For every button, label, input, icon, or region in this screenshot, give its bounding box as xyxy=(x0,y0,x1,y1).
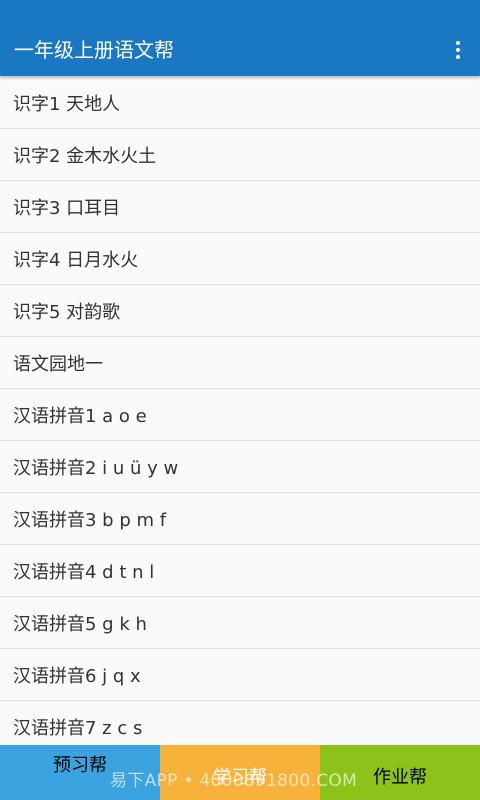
tab-preview[interactable]: 预习帮 xyxy=(0,745,160,800)
app-bar: 一年级上册语文帮 xyxy=(0,24,480,76)
tab-homework[interactable]: 作业帮 xyxy=(320,745,480,800)
list-item[interactable]: 识字4 日月水火 xyxy=(0,233,480,285)
list-item[interactable]: 识字3 口耳目 xyxy=(0,181,480,233)
list-item[interactable]: 汉语拼音2 i u ü y w xyxy=(0,441,480,493)
list-item[interactable]: 汉语拼音4 d t n l xyxy=(0,545,480,597)
bottom-tab-bar: 预习帮 学习帮 作业帮 xyxy=(0,745,480,800)
list-item[interactable]: 汉语拼音6 j q x xyxy=(0,649,480,701)
list-item[interactable]: 语文园地一 xyxy=(0,337,480,389)
tab-study[interactable]: 学习帮 xyxy=(160,745,320,800)
lesson-list: 识字1 天地人 识字2 金木水火土 识字3 口耳目 识字4 日月水火 识字5 对… xyxy=(0,77,480,745)
list-item[interactable]: 汉语拼音7 z c s xyxy=(0,701,480,745)
list-item[interactable]: 汉语拼音3 b p m f xyxy=(0,493,480,545)
list-item[interactable]: 识字1 天地人 xyxy=(0,77,480,129)
list-item[interactable]: 汉语拼音1 a o e xyxy=(0,389,480,441)
app-title: 一年级上册语文帮 xyxy=(14,38,174,62)
list-item[interactable]: 识字2 金木水火土 xyxy=(0,129,480,181)
status-bar xyxy=(0,0,480,24)
list-item[interactable]: 识字5 对韵歌 xyxy=(0,285,480,337)
list-item[interactable]: 汉语拼音5 g k h xyxy=(0,597,480,649)
more-vert-icon[interactable] xyxy=(446,36,470,64)
